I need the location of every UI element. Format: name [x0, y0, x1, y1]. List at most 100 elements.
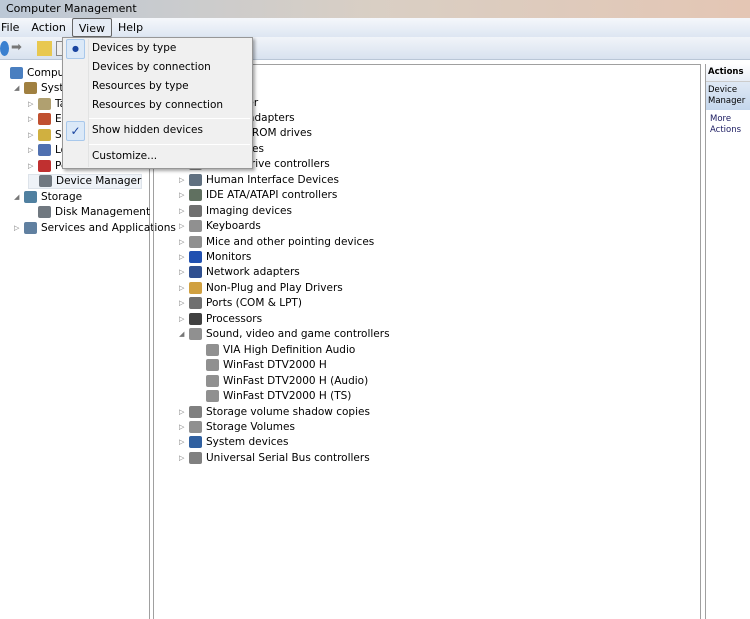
nav-item-label: Storage [41, 190, 83, 203]
expand-arrow-icon[interactable]: ▷ [28, 100, 36, 108]
device-category[interactable]: ▷ Non-Plug and Play Drivers [179, 280, 343, 295]
device-label: WinFast DTV2000 H (Audio) [223, 374, 369, 387]
menu-separator [89, 144, 250, 145]
window-title: Computer Management [0, 0, 750, 18]
back-icon[interactable] [0, 41, 9, 56]
expand-arrow-icon[interactable]: ▷ [179, 238, 187, 246]
view-menu-item[interactable]: Devices by type [92, 42, 176, 54]
node-icon [38, 144, 51, 156]
up-folder-icon[interactable] [37, 41, 52, 56]
device-label: IDE ATA/ATAPI controllers [206, 189, 338, 202]
device-label: Keyboards [206, 220, 261, 233]
device-category[interactable]: WinFast DTV2000 H (Audio) [196, 373, 368, 388]
expand-arrow-icon[interactable]: ▷ [179, 454, 187, 462]
device-category[interactable]: ▷ Imaging devices [179, 203, 292, 218]
device-label: Imaging devices [206, 204, 292, 217]
device-icon [206, 390, 219, 403]
node-icon [10, 66, 23, 79]
expand-arrow-icon[interactable]: ▷ [179, 284, 187, 292]
device-label: Network adapters [206, 266, 300, 279]
nav-item[interactable]: ◢ Storage [14, 189, 82, 204]
expand-arrow-icon[interactable]: ▷ [179, 423, 187, 431]
expand-arrow-icon[interactable]: ▷ [179, 268, 187, 276]
expand-arrow-icon[interactable]: ◢ [14, 84, 22, 92]
device-category[interactable]: ▷ System devices [179, 435, 288, 450]
nav-item[interactable]: ▷ Services and Applications [14, 220, 176, 235]
node-icon [38, 206, 51, 218]
expand-arrow-icon[interactable]: ▷ [28, 131, 36, 139]
device-label: Universal Serial Bus controllers [206, 451, 370, 464]
nav-item-label: Disk Management [55, 206, 151, 218]
expand-arrow-icon[interactable]: ▷ [28, 146, 36, 154]
menu-action[interactable]: Action [25, 18, 71, 37]
actions-section-device-manager[interactable]: Device Manager [706, 82, 750, 110]
expand-arrow-icon[interactable]: ▷ [28, 162, 36, 170]
device-label: Storage Volumes [206, 420, 295, 433]
expand-arrow-icon[interactable]: ◢ [14, 193, 22, 201]
expand-arrow-icon[interactable]: ▷ [179, 438, 187, 446]
device-icon [189, 312, 202, 325]
more-actions-link[interactable]: More Actions [706, 110, 750, 136]
expand-arrow-icon[interactable]: ▷ [179, 222, 187, 230]
node-icon [24, 82, 37, 94]
expand-arrow-icon[interactable]: ▷ [179, 315, 187, 323]
node-icon [24, 221, 37, 234]
device-icon [189, 235, 202, 248]
checkmark-icon: ✓ [66, 121, 85, 141]
device-icon [189, 204, 202, 217]
menu-file[interactable]: File [0, 18, 25, 37]
expand-arrow-icon[interactable]: ◢ [179, 330, 187, 338]
expand-arrow-icon[interactable]: ▷ [28, 115, 36, 123]
view-menu-item[interactable]: Devices by connection [92, 61, 211, 73]
node-icon [38, 97, 51, 110]
view-menu-item[interactable]: Resources by type [92, 80, 189, 92]
device-category[interactable]: ◢ Sound, video and game controllers [179, 327, 390, 342]
view-menu-item[interactable]: Show hidden devices [92, 124, 203, 136]
device-category[interactable]: ▷ Universal Serial Bus controllers [179, 450, 370, 465]
nav-item[interactable]: Disk Management [28, 205, 150, 220]
expand-arrow-icon[interactable]: ▷ [179, 207, 187, 215]
view-menu: ● Devices by type Devices by connection Res… [62, 37, 253, 169]
device-icon [189, 281, 202, 294]
device-label: WinFast DTV2000 H (TS) [223, 390, 352, 403]
device-category[interactable]: ▷ Processors [179, 311, 262, 326]
node-icon [38, 159, 51, 172]
device-icon [189, 220, 202, 233]
device-label: Ports (COM & LPT) [206, 297, 302, 310]
device-icon [189, 328, 202, 341]
menu-view[interactable]: View [71, 18, 112, 37]
device-icon [189, 189, 202, 202]
device-category[interactable]: ▷ Human Interface Devices [179, 172, 339, 187]
device-category[interactable]: ▷ Ports (COM & LPT) [179, 296, 302, 311]
device-icon [189, 173, 202, 186]
device-category[interactable]: ▷ Storage volume shadow copies [179, 404, 370, 419]
expand-arrow-icon[interactable]: ▷ [179, 299, 187, 307]
device-category[interactable]: ▷ Keyboards [179, 219, 261, 234]
device-icon [189, 405, 202, 418]
expand-arrow-icon[interactable]: ▷ [14, 224, 22, 232]
device-category[interactable]: ▷ Network adapters [179, 265, 300, 280]
device-category[interactable]: WinFast DTV2000 H [196, 358, 327, 373]
device-category[interactable]: ▷ IDE ATA/ATAPI controllers [179, 188, 337, 203]
expand-arrow-icon[interactable]: ▷ [179, 176, 187, 184]
forward-icon[interactable]: ➡ [11, 41, 26, 56]
menu-help[interactable]: Help [112, 18, 149, 37]
device-category[interactable]: WinFast DTV2000 H (TS) [196, 389, 351, 404]
device-label: Storage volume shadow copies [206, 405, 370, 418]
device-label: Mice and other pointing devices [206, 235, 375, 248]
actions-pane: Actions Device Manager More Actions [705, 64, 750, 619]
device-icon [189, 251, 202, 263]
device-category[interactable]: ▷ Storage Volumes [179, 419, 295, 434]
expand-arrow-icon[interactable]: ▷ [179, 408, 187, 416]
device-icon [189, 420, 202, 433]
device-category[interactable]: ▷ Mice and other pointing devices [179, 234, 374, 249]
expand-arrow-icon[interactable]: ▷ [179, 191, 187, 199]
device-label: Monitors [206, 251, 252, 263]
device-category[interactable]: ▷ Monitors [179, 250, 251, 265]
view-menu-item[interactable]: Customize... [92, 150, 157, 162]
node-icon [38, 128, 51, 141]
expand-arrow-icon[interactable]: ▷ [179, 253, 187, 261]
device-category[interactable]: VIA High Definition Audio [196, 342, 355, 357]
nav-item[interactable]: Device Manager [28, 173, 143, 189]
view-menu-item[interactable]: Resources by connection [92, 99, 223, 111]
